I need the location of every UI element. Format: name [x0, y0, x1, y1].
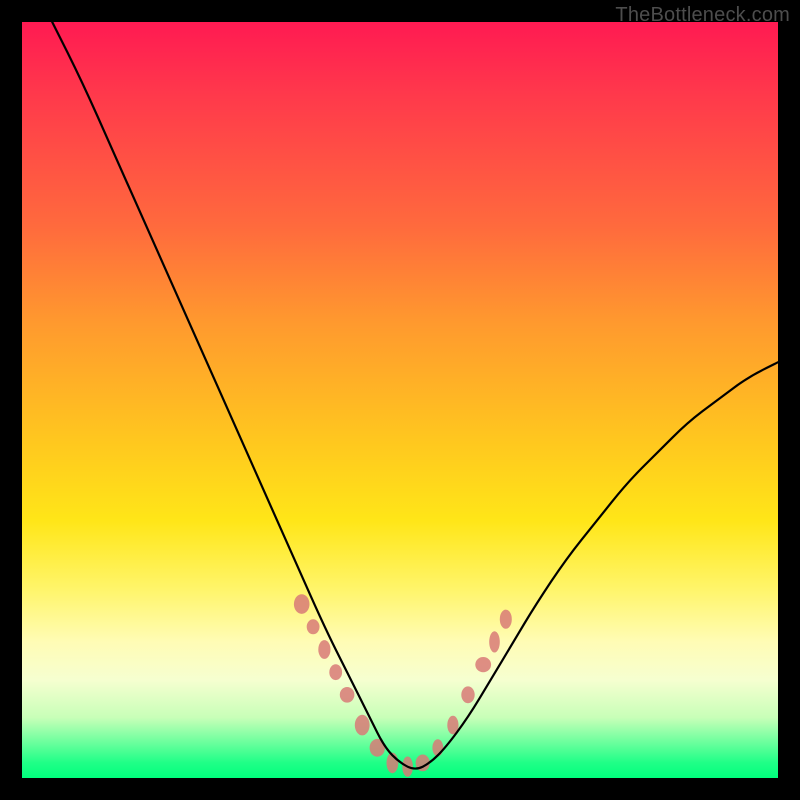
marker-dot [318, 640, 330, 659]
marker-dot [475, 657, 491, 672]
chart-frame: TheBottleneck.com [0, 0, 800, 800]
marker-dot [500, 610, 512, 629]
marker-dot [340, 687, 355, 703]
watermark-text: TheBottleneck.com [615, 4, 790, 27]
marker-dot [461, 686, 474, 703]
marker-dot [307, 619, 320, 634]
chart-svg [22, 22, 778, 778]
plot-area [22, 22, 778, 778]
marker-dot [329, 664, 342, 680]
marker-dot [489, 631, 500, 652]
bottleneck-curve [52, 22, 778, 769]
marker-group [294, 594, 512, 777]
marker-dot [355, 715, 370, 736]
marker-dot [294, 594, 310, 614]
